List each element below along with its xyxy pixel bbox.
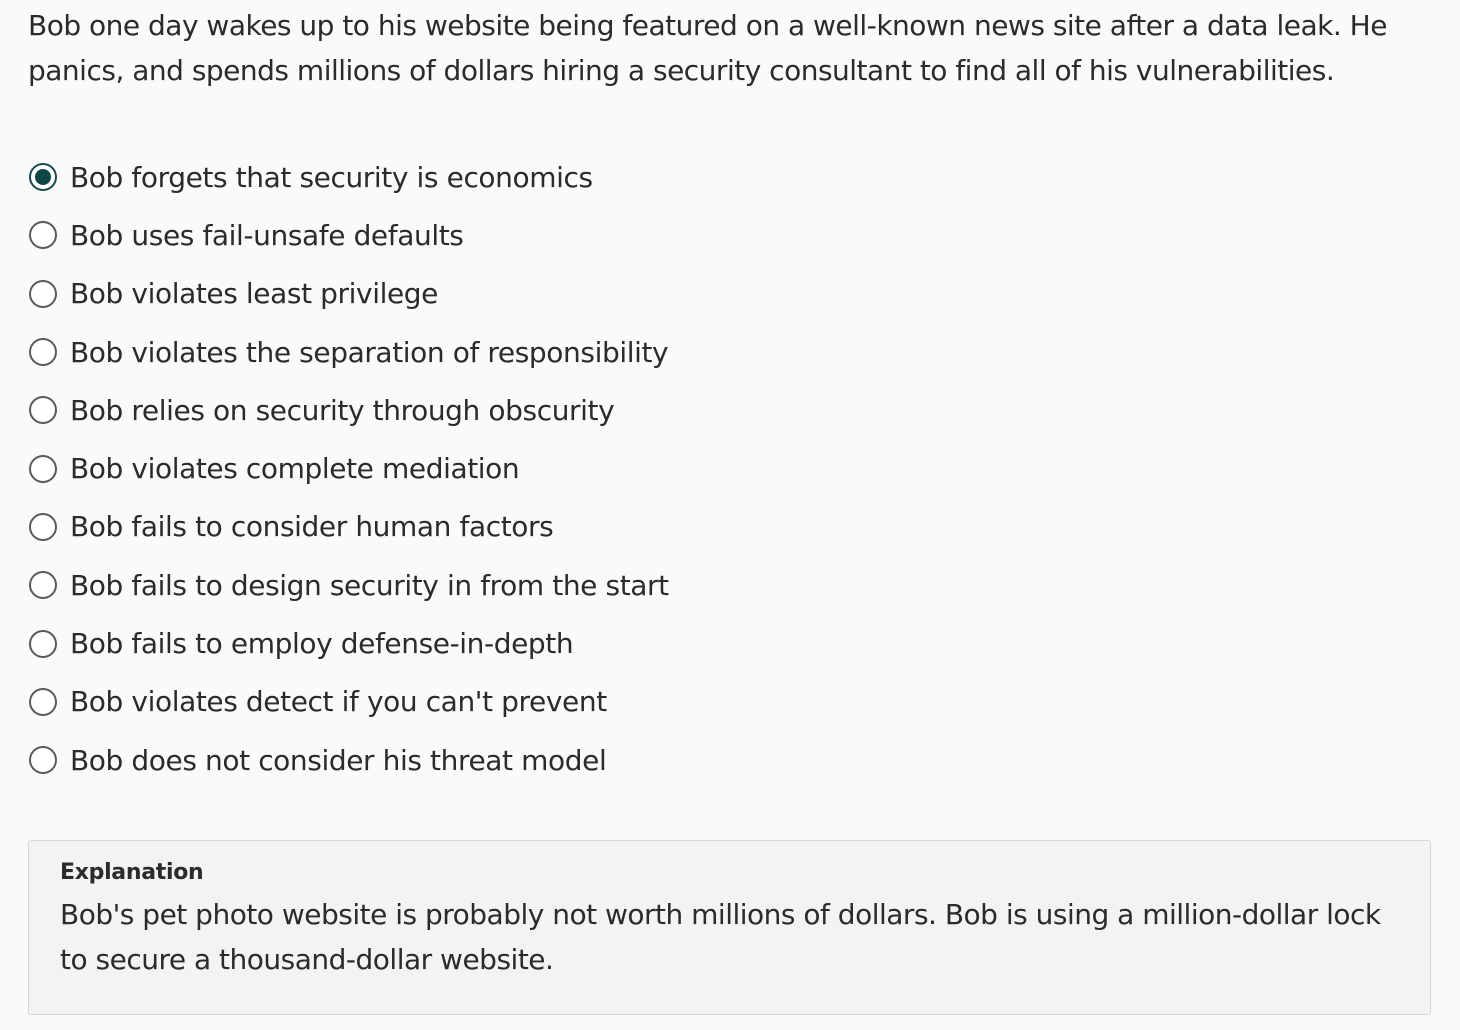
option-fail-unsafe-defaults[interactable]: Bob uses fail-unsafe defaults: [28, 206, 1128, 264]
option-label: Bob fails to design security in from the…: [70, 568, 669, 602]
radio-button-selected[interactable]: [29, 163, 57, 192]
option-label: Bob violates complete mediation: [70, 452, 520, 486]
option-security-through-obscurity[interactable]: Bob relies on security through obscurity: [28, 381, 1128, 439]
radio-button[interactable]: [29, 571, 57, 600]
option-label: Bob forgets that security is economics: [70, 160, 593, 194]
option-threat-model[interactable]: Bob does not consider his threat model: [28, 731, 1128, 789]
radio-button[interactable]: [29, 687, 57, 716]
option-label: Bob violates least privilege: [70, 277, 438, 311]
option-separation-of-responsibility[interactable]: Bob violates the separation of responsib…: [28, 323, 1128, 381]
option-label: Bob fails to employ defense-in-depth: [70, 627, 574, 661]
radio-button[interactable]: [29, 746, 57, 775]
option-label: Bob relies on security through obscurity: [70, 393, 615, 427]
option-label: Bob fails to consider human factors: [70, 510, 554, 544]
option-label: Bob does not consider his threat model: [70, 743, 607, 777]
option-security-economics[interactable]: Bob forgets that security is economics: [28, 148, 1128, 206]
explanation-title: Explanation: [60, 860, 204, 885]
option-human-factors[interactable]: Bob fails to consider human factors: [28, 498, 1128, 556]
option-design-security-from-start[interactable]: Bob fails to design security in from the…: [28, 556, 1128, 614]
option-label: Bob violates detect if you can't prevent: [70, 685, 607, 719]
radio-button[interactable]: [29, 279, 57, 308]
option-complete-mediation[interactable]: Bob violates complete mediation: [28, 439, 1128, 497]
radio-button[interactable]: [29, 454, 57, 483]
question-text: Bob one day wakes up to his website bein…: [28, 9, 1387, 87]
radio-button[interactable]: [29, 396, 57, 425]
explanation-text: Bob's pet photo website is probably not …: [60, 898, 1381, 976]
option-label: Bob violates the separation of responsib…: [70, 335, 669, 369]
explanation-box: Explanation Bob's pet photo website is p…: [28, 840, 1431, 1015]
radio-button[interactable]: [29, 221, 57, 250]
answer-options: Bob forgets that security is economics B…: [28, 148, 1128, 789]
option-least-privilege[interactable]: Bob violates least privilege: [28, 265, 1128, 323]
radio-button[interactable]: [29, 512, 57, 541]
radio-button[interactable]: [29, 338, 57, 367]
option-detect-if-cant-prevent[interactable]: Bob violates detect if you can't prevent: [28, 673, 1128, 731]
option-defense-in-depth[interactable]: Bob fails to employ defense-in-depth: [28, 614, 1128, 672]
option-label: Bob uses fail-unsafe defaults: [70, 218, 464, 252]
radio-button[interactable]: [29, 629, 57, 658]
